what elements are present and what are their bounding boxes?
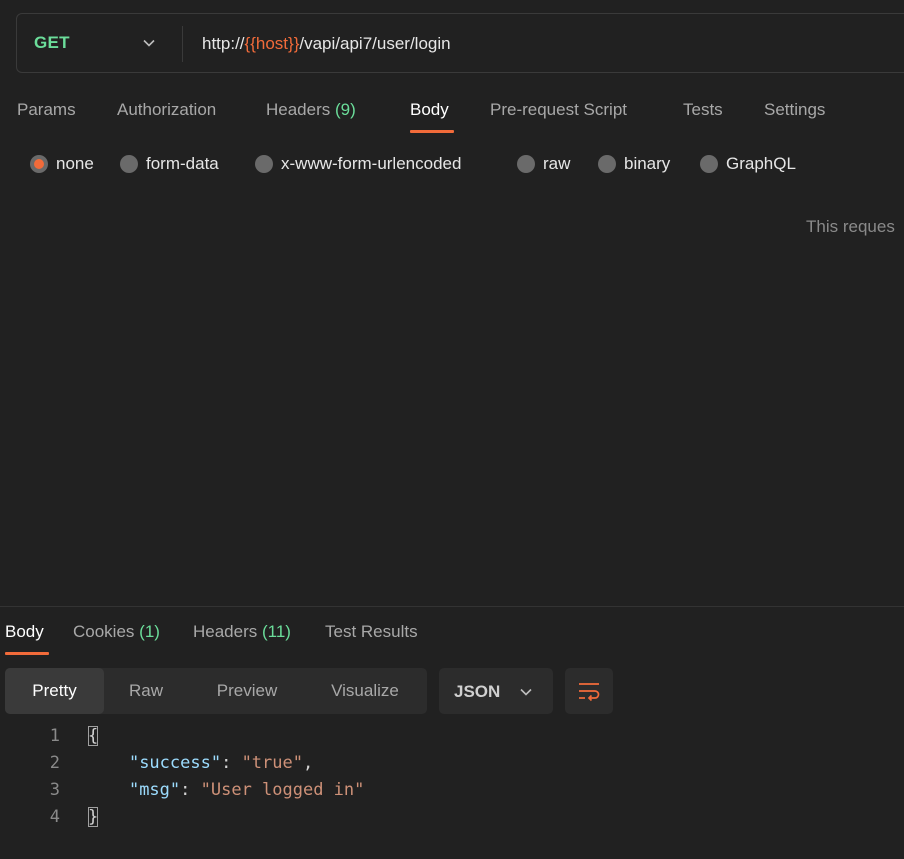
code-line-2: "success": "true",	[88, 753, 313, 773]
json-key: "msg"	[128, 780, 181, 800]
url-bar: GET http://{{host}}/vapi/api7/user/login	[16, 13, 904, 73]
radio-icon	[598, 155, 616, 173]
radio-form-data[interactable]: form-data	[120, 154, 219, 174]
open-brace: {	[88, 726, 99, 746]
response-tab-body-underline	[5, 652, 49, 655]
json-separator: :	[180, 780, 201, 800]
radio-raw[interactable]: raw	[517, 154, 570, 174]
pane-divider[interactable]	[0, 606, 904, 607]
close-brace: }	[88, 807, 99, 827]
tab-body[interactable]: Body	[410, 100, 449, 120]
radio-icon	[517, 155, 535, 173]
tab-settings[interactable]: Settings	[764, 100, 825, 120]
radio-none[interactable]: none	[30, 154, 94, 174]
format-raw-button[interactable]: Raw	[110, 668, 182, 714]
line-number: 1	[49, 726, 60, 746]
tab-tests[interactable]: Tests	[683, 100, 723, 120]
format-visualize-button[interactable]: Visualize	[313, 668, 417, 714]
radio-selected-icon	[30, 155, 48, 173]
code-line-1: {	[88, 726, 99, 746]
method-select[interactable]: GET	[34, 33, 70, 53]
language-select[interactable]: JSON	[439, 668, 553, 714]
radio-binary[interactable]: binary	[598, 154, 670, 174]
json-value: "true"	[241, 753, 303, 773]
radio-icon	[255, 155, 273, 173]
chevron-down-icon[interactable]	[142, 36, 156, 50]
response-headers-count: (11)	[262, 622, 291, 641]
wrap-lines-button[interactable]	[565, 668, 613, 714]
response-tab-headers[interactable]: Headers (11)	[193, 622, 291, 642]
headers-count: (9)	[335, 100, 356, 119]
line-number: 2	[49, 753, 60, 773]
tab-pre-request-script[interactable]: Pre-request Script	[490, 100, 627, 120]
url-input[interactable]: http://{{host}}/vapi/api7/user/login	[202, 34, 451, 54]
url-variable: {{host}}	[244, 34, 300, 53]
tab-body-underline	[410, 130, 454, 133]
json-separator: :	[221, 753, 242, 773]
format-pretty-button[interactable]: Pretty	[5, 668, 104, 714]
radio-x-www-form-urlencoded[interactable]: x-www-form-urlencoded	[255, 154, 461, 174]
radio-icon	[700, 155, 718, 173]
response-tab-test-results[interactable]: Test Results	[325, 622, 418, 642]
code-line-4: }	[88, 807, 99, 827]
radio-graphql[interactable]: GraphQL	[700, 154, 796, 174]
wrap-lines-icon	[579, 683, 600, 702]
tab-headers[interactable]: Headers (9)	[266, 100, 356, 120]
empty-body-note: This reques	[806, 217, 895, 236]
response-tab-cookies[interactable]: Cookies (1)	[73, 622, 160, 642]
language-label: JSON	[454, 682, 501, 701]
url-prefix: http://	[202, 34, 245, 53]
line-number: 4	[49, 807, 60, 827]
json-comma: ,	[302, 753, 314, 773]
format-toggle-group: Pretty Raw Preview Visualize	[5, 668, 427, 714]
cookies-count: (1)	[139, 622, 160, 641]
response-tab-body[interactable]: Body	[5, 622, 44, 642]
chevron-down-icon	[520, 688, 532, 696]
json-value: "User logged in"	[200, 780, 365, 800]
tab-authorization[interactable]: Authorization	[117, 100, 216, 120]
url-suffix: /vapi/api7/user/login	[299, 34, 451, 53]
url-divider	[182, 26, 183, 62]
json-key: "success"	[128, 753, 222, 773]
radio-icon	[120, 155, 138, 173]
line-number: 3	[49, 780, 60, 800]
format-preview-button[interactable]: Preview	[197, 668, 297, 714]
tab-params[interactable]: Params	[17, 100, 76, 120]
code-line-3: "msg": "User logged in"	[88, 780, 364, 800]
